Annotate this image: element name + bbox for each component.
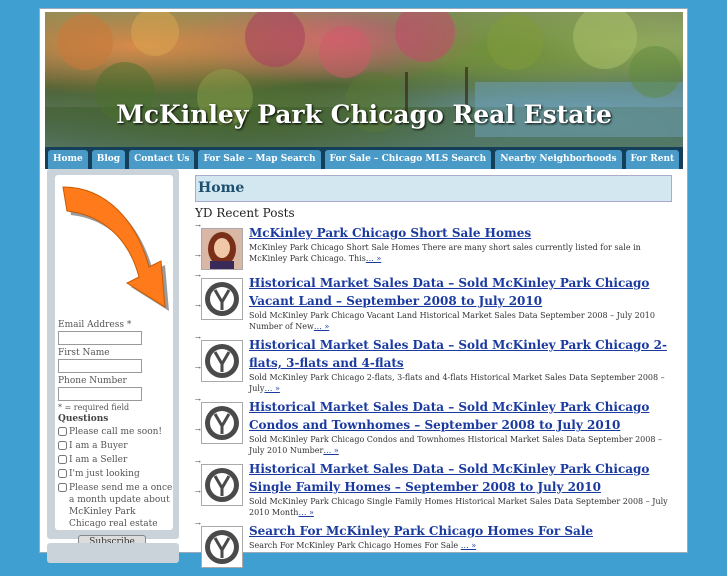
post-excerpt: Search For McKinley Park Chicago Homes F… — [249, 541, 459, 550]
sidebar: Email Address * First Name Phone Number … — [47, 169, 179, 557]
section-title: YD Recent Posts — [195, 206, 295, 220]
bullet-arrow-icon: → — [195, 222, 201, 230]
bullet-arrow-icon: → — [195, 396, 201, 404]
option-call-me[interactable]: Please call me soon! — [58, 426, 173, 438]
read-more-link[interactable]: … » — [314, 322, 329, 331]
yd-logo-icon — [205, 468, 239, 502]
checkbox[interactable] — [58, 469, 67, 478]
first-name-field[interactable] — [58, 359, 142, 373]
read-more-link[interactable]: … » — [264, 384, 279, 393]
yd-logo-icon — [205, 406, 239, 440]
checkbox[interactable] — [58, 455, 67, 464]
post-title-link[interactable]: Historical Market Sales Data – Sold McKi… — [249, 274, 675, 310]
site-title[interactable]: McKinley Park Chicago Real Estate — [45, 100, 683, 129]
option-just-looking[interactable]: I'm just looking — [58, 468, 173, 480]
phone-field[interactable] — [58, 387, 142, 401]
option-label: Please send me a once a month update abo… — [69, 483, 173, 529]
post-title-link[interactable]: Historical Market Sales Data – Sold McKi… — [249, 460, 675, 496]
yd-logo-icon — [205, 530, 239, 564]
option-monthly-update[interactable]: Please send me a once a month update abo… — [58, 482, 173, 530]
yd-logo-thumb[interactable] — [201, 402, 243, 444]
bullet-arrow-icon: → — [195, 488, 201, 496]
first-name-label: First Name — [58, 348, 110, 358]
post-item: → → Historical Market Sales Data – Sold … — [195, 334, 675, 394]
signup-widget: Email Address * First Name Phone Number … — [55, 175, 173, 557]
nav-home[interactable]: Home — [48, 150, 88, 169]
post-item: → → Historical Market Sales Data – Sold … — [195, 272, 675, 332]
post-title-link[interactable]: Historical Market Sales Data – Sold McKi… — [249, 398, 675, 434]
post-title-link[interactable]: Historical Market Sales Data – Sold McKi… — [249, 336, 675, 372]
post-excerpt: Sold McKinley Park Chicago 2-flats, 3-fl… — [249, 373, 665, 393]
nav-for-sale-mls-search[interactable]: For Sale – Chicago MLS Search — [324, 150, 492, 169]
nav-blog[interactable]: Blog — [91, 150, 126, 169]
bullet-arrow-icon: → — [195, 302, 201, 310]
post-item: → → Historical Market Sales Data – Sold … — [195, 458, 675, 518]
questions-label: Questions — [58, 414, 109, 424]
checkbox[interactable] — [58, 427, 67, 436]
yd-logo-thumb[interactable] — [201, 340, 243, 382]
main-nav: Home Blog Contact Us For Sale – Map Sear… — [45, 147, 683, 169]
bullet-arrow-icon: → — [195, 458, 201, 466]
page-frame: McKinley Park Chicago Real Estate Home B… — [39, 8, 688, 568]
post-excerpt: McKinley Park Chicago Short Sale Homes T… — [249, 243, 641, 263]
post-title-link[interactable]: McKinley Park Chicago Short Sale Homes — [249, 224, 675, 242]
email-field[interactable] — [58, 331, 142, 345]
sidebar-widget-2 — [47, 543, 179, 563]
required-note: * = required field — [58, 403, 130, 412]
option-label: I am a Buyer — [69, 441, 128, 451]
yd-logo-thumb[interactable] — [201, 464, 243, 506]
orange-arrow-graphic — [57, 177, 172, 315]
bullet-arrow-icon: → — [195, 426, 201, 434]
signup-form: Email Address * First Name Phone Number … — [58, 317, 173, 557]
header-banner: McKinley Park Chicago Real Estate — [45, 12, 683, 147]
main-content: Home YD Recent Posts → → McKinley Park C… — [195, 175, 675, 576]
phone-label: Phone Number — [58, 376, 127, 386]
read-more-link[interactable]: … » — [366, 254, 381, 263]
bullet-arrow-icon: → — [195, 364, 201, 372]
post-excerpt: Sold McKinley Park Chicago Condos and To… — [249, 435, 662, 455]
agent-photo[interactable] — [201, 228, 243, 270]
read-more-link[interactable]: … » — [298, 508, 313, 517]
nav-contact-us[interactable]: Contact Us — [129, 150, 195, 169]
nav-for-rent[interactable]: For Rent — [625, 150, 680, 169]
read-more-link[interactable]: … » — [461, 541, 476, 550]
post-title-link[interactable]: Search For McKinley Park Chicago Homes F… — [249, 522, 675, 540]
nav-nearby-neighborhoods[interactable]: Nearby Neighborhoods — [495, 150, 622, 169]
nav-for-sale-map-search[interactable]: For Sale – Map Search — [198, 150, 321, 169]
post-item: → → Historical Market Sales Data – Sold … — [195, 396, 675, 456]
checkbox[interactable] — [58, 483, 67, 492]
option-label: I am a Seller — [69, 455, 128, 465]
bullet-arrow-icon: → — [195, 520, 201, 528]
agent-avatar-icon — [202, 229, 242, 269]
yd-logo-thumb[interactable] — [201, 526, 243, 568]
bullet-arrow-icon: → — [195, 334, 201, 342]
yd-logo-icon — [205, 282, 239, 316]
read-more-link[interactable]: … » — [323, 446, 338, 455]
yd-logo-icon — [205, 344, 239, 378]
option-seller[interactable]: I am a Seller — [58, 454, 173, 466]
bullet-arrow-icon: → — [195, 272, 201, 280]
option-label: Please call me soon! — [69, 427, 163, 437]
option-buyer[interactable]: I am a Buyer — [58, 440, 173, 452]
checkbox[interactable] — [58, 441, 67, 450]
post-item: → → McKinley Park Chicago Short Sale Hom… — [195, 222, 675, 270]
page-title: Home — [195, 175, 672, 202]
email-label: Email Address * — [58, 320, 132, 330]
post-item: → Search For McKinley Park Chicago Homes… — [195, 520, 675, 572]
option-label: I'm just looking — [69, 469, 140, 479]
bullet-arrow-icon: → — [195, 252, 201, 260]
post-excerpt: Sold McKinley Park Chicago Vacant Land H… — [249, 311, 655, 331]
yd-logo-thumb[interactable] — [201, 278, 243, 320]
